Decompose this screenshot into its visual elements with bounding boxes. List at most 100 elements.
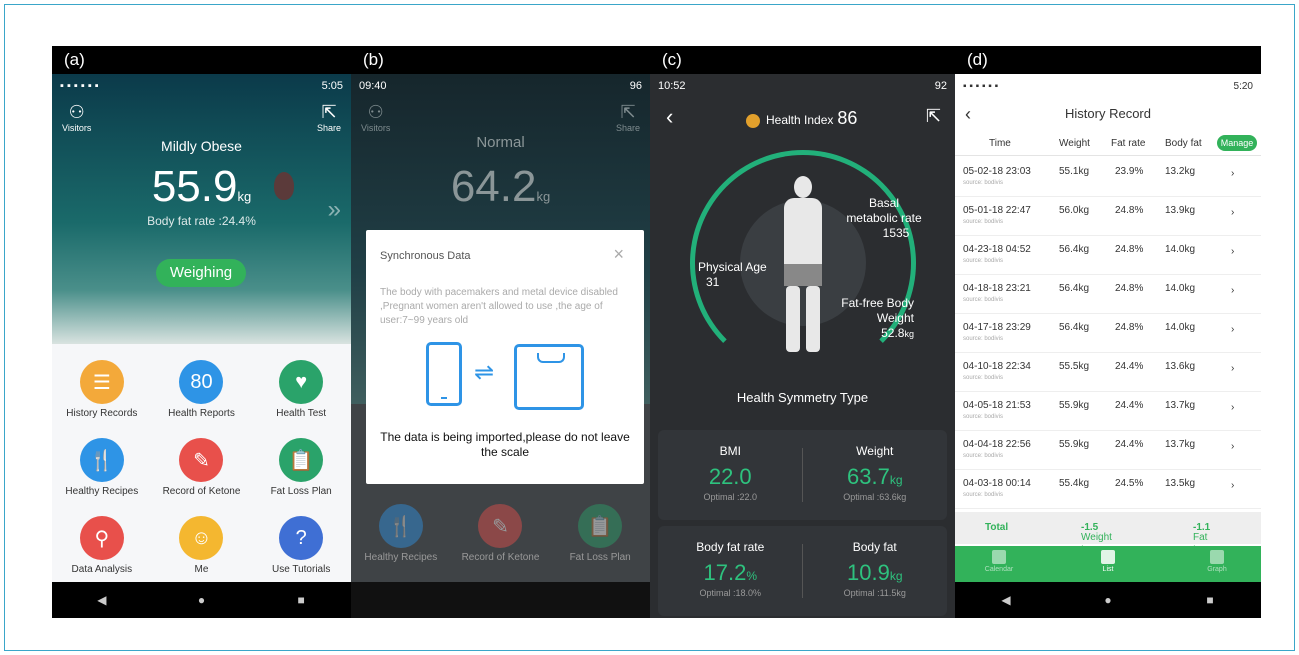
health-index-title: Health Index 86: [746, 108, 857, 129]
table-row[interactable]: 04-10-18 22:34 55.5kg 24.4% 13.6kg source: b…: [955, 353, 1261, 392]
cell-weight: 56.4kg: [1059, 283, 1090, 294]
menu-item[interactable]: 🍴 Healthy Recipes: [351, 498, 451, 576]
menu-item-label: Healthy Recipes: [364, 552, 438, 563]
chevron-right-icon[interactable]: ›: [1231, 480, 1234, 491]
back-icon[interactable]: ‹: [666, 104, 673, 130]
panel-label-d: (d): [955, 46, 1261, 74]
chevron-right-icon[interactable]: ›: [1231, 285, 1234, 296]
nav-back-icon[interactable]: ◀: [82, 593, 122, 607]
menu-item[interactable]: ♥ Health Test: [251, 354, 351, 432]
table-row[interactable]: 04-18-18 23:21 56.4kg 24.8% 14.0kg source: b…: [955, 275, 1261, 314]
chevron-right-icon[interactable]: ›: [1231, 324, 1234, 335]
metric-unit: %: [746, 569, 757, 583]
table-row[interactable]: 04-03-18 00:14 55.4kg 24.5% 13.5kg source: b…: [955, 470, 1261, 509]
menu-item[interactable]: 📋 Fat Loss Plan: [251, 432, 351, 510]
manage-button[interactable]: Manage: [1217, 135, 1257, 151]
physical-age: Physical Age 31: [698, 260, 767, 290]
sync-arrows-icon: ⇌: [474, 359, 495, 386]
android-nav-bar: [351, 582, 650, 618]
visitors-button[interactable]: ⚇ Visitors: [361, 102, 390, 133]
menu-item[interactable]: ✎ Record of Ketone: [152, 432, 252, 510]
cell-body-fat: 13.7kg: [1165, 400, 1196, 411]
cell-time: 04-18-18 23:21: [963, 283, 1031, 294]
weighing-button[interactable]: Weighing: [156, 259, 246, 287]
nav-back-icon[interactable]: ◀: [986, 593, 1026, 607]
tab-list[interactable]: List: [1078, 550, 1138, 573]
cell-body-fat: 13.9kg: [1165, 205, 1196, 216]
menu-item[interactable]: ☰ History Records: [52, 354, 152, 432]
status-bar: ▪ ▪ ▪ ▪ ▪ ▪ 5:05: [52, 74, 351, 98]
cell-time: 04-05-18 21:53: [963, 400, 1031, 411]
cell-fat-rate: 24.8%: [1115, 244, 1144, 255]
total-weight: Weight :-1.5: [1081, 522, 1112, 554]
cell-weight: 55.9kg: [1059, 400, 1090, 411]
chevron-right-icon[interactable]: ›: [1231, 363, 1234, 374]
table-row[interactable]: 04-05-18 21:53 55.9kg 24.4% 13.7kg source: b…: [955, 392, 1261, 431]
menu-item-label: Fat Loss Plan: [270, 486, 332, 497]
menu-item[interactable]: ☺ Me: [152, 510, 252, 588]
metric-card-bmi-weight: BMI 22.0 Optimal :22.0 Weight 63.7kg Opt…: [658, 430, 947, 520]
table-row[interactable]: 05-02-18 23:03 55.1kg 23.9% 13.2kg source: b…: [955, 158, 1261, 197]
ketone-icon: ✎: [179, 438, 224, 482]
metric-value: 17.2: [703, 560, 747, 585]
nav-recents-icon[interactable]: ■: [281, 593, 321, 607]
back-icon[interactable]: ‹: [965, 100, 971, 128]
nav-home-icon[interactable]: ●: [1088, 593, 1128, 607]
metric-optimal: Optimal :18.0%: [699, 588, 762, 598]
menu-item-label: Me: [194, 564, 209, 575]
nav-home-icon[interactable]: ●: [181, 593, 221, 607]
fatfree-unit: kg: [904, 329, 914, 339]
metric-value-row: 22.0: [658, 464, 803, 490]
share-icon[interactable]: ⇱: [926, 106, 941, 127]
total-bar: Total Weight :-1.5 Fat :-1.1: [955, 512, 1261, 554]
weight-value: 64.2: [450, 162, 537, 211]
table-row[interactable]: 04-04-18 22:56 55.9kg 24.4% 13.7kg source: b…: [955, 431, 1261, 470]
health-test-icon: ♥: [279, 360, 324, 404]
bottom-tabs: Calendar List Graph: [955, 546, 1261, 582]
nav-recents-icon[interactable]: ■: [1190, 593, 1230, 607]
tab-calendar[interactable]: Calendar: [969, 550, 1029, 573]
cell-fat-rate: 24.4%: [1115, 361, 1144, 372]
cell-body-fat: 13.7kg: [1165, 439, 1196, 450]
row-source: source: bodivis: [963, 414, 1004, 420]
chevron-right-icon[interactable]: ›: [1231, 207, 1234, 218]
body-fat-metric: Body fat 10.9kg Optimal :11.5kg: [803, 526, 948, 616]
tab-graph[interactable]: Graph: [1187, 550, 1247, 573]
next-chevron-icon[interactable]: »: [328, 196, 341, 224]
visitors-label: Visitors: [62, 123, 92, 133]
cell-time: 04-10-18 22:34: [963, 361, 1031, 372]
menu-item[interactable]: ⚲ Data Analysis: [52, 510, 152, 588]
cell-time: 04-04-18 22:56: [963, 439, 1031, 450]
cell-weight: 55.5kg: [1059, 361, 1090, 372]
chevron-right-icon[interactable]: ›: [1231, 441, 1234, 452]
home-header: ▪ ▪ ▪ ▪ ▪ ▪ 5:05 ⚇ Visitors ⇱ Share Mild…: [52, 74, 351, 344]
close-icon[interactable]: ×: [613, 244, 624, 265]
ketone-icon: ✎: [478, 504, 523, 548]
chevron-right-icon[interactable]: ›: [1231, 168, 1234, 179]
home-menu: ☰ History Records 80 Health Reports ♥ Health …: [52, 344, 351, 582]
weight-display: 55.9kg: [52, 162, 351, 212]
table-row[interactable]: 04-23-18 04:52 56.4kg 24.8% 14.0kg source: b…: [955, 236, 1261, 275]
row-source: source: bodivis: [963, 297, 1004, 303]
fatfree-label: Fat-free Body Weight: [841, 296, 914, 325]
basal-metabolic-rate: Basal metabolic rate 1535: [844, 196, 924, 241]
metric-title: BMI: [719, 444, 741, 458]
fat-free-body-weight: Fat-free Body Weight 52.8kg: [828, 296, 914, 342]
menu-item[interactable]: 📋 Fat Loss Plan: [550, 498, 650, 576]
status-time: 09:40: [359, 80, 387, 92]
visitors-button[interactable]: ⚇ Visitors: [62, 102, 91, 133]
table-row[interactable]: 04-17-18 23:29 56.4kg 24.8% 14.0kg source: b…: [955, 314, 1261, 353]
chevron-right-icon[interactable]: ›: [1231, 402, 1234, 413]
chevron-right-icon[interactable]: ›: [1231, 246, 1234, 257]
metric-title: Weight: [856, 444, 894, 458]
cell-fat-rate: 24.5%: [1115, 478, 1144, 489]
table-row[interactable]: 05-01-18 22:47 56.0kg 24.8% 13.9kg source: b…: [955, 197, 1261, 236]
body-figure-icon: [776, 176, 830, 356]
cell-weight: 56.4kg: [1059, 322, 1090, 333]
menu-item[interactable]: 🍴 Healthy Recipes: [52, 432, 152, 510]
share-button[interactable]: ⇱ Share: [616, 102, 640, 133]
menu-item[interactable]: ✎ Record of Ketone: [451, 498, 551, 576]
share-button[interactable]: ⇱ Share: [317, 102, 341, 133]
menu-item[interactable]: ? Use Tutorials: [251, 510, 351, 588]
menu-item[interactable]: 80 Health Reports: [152, 354, 252, 432]
